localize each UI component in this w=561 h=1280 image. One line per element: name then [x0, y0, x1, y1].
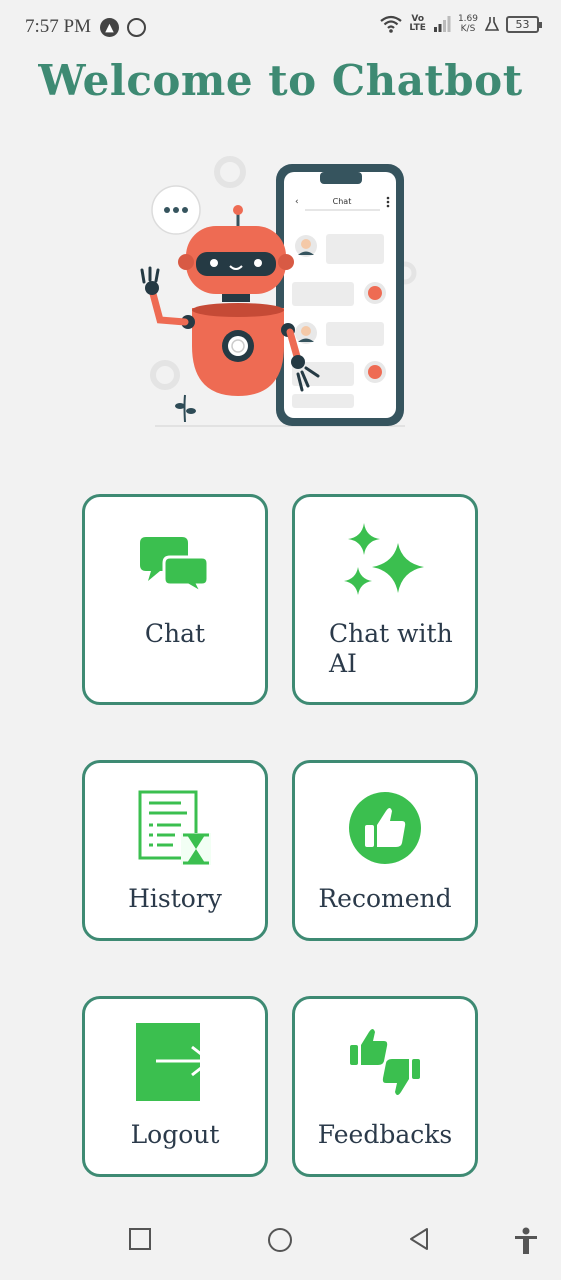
back-icon[interactable]	[407, 1227, 431, 1251]
recommend-label: Recomend	[318, 884, 452, 913]
logout-label: Logout	[130, 1120, 220, 1149]
chatbot-illustration: Chat ‹	[130, 150, 420, 440]
recent-apps-icon[interactable]	[128, 1227, 152, 1251]
status-left-icons: ▲	[100, 18, 146, 37]
app-notification-icon: ▲	[100, 18, 119, 37]
page-title: Welcome to Chatbot	[38, 56, 523, 105]
system-navigation-bar	[0, 1205, 561, 1280]
flask-icon	[485, 17, 499, 31]
chat-label: Chat	[144, 619, 206, 648]
thumbs-up-icon	[349, 792, 421, 864]
status-bar: 7:57 PM ▲ Vo LTE 1.69 K/S 53	[0, 0, 561, 56]
phone-header: Chat	[333, 197, 352, 206]
feedbacks-button[interactable]: Feedbacks	[292, 996, 478, 1177]
whatsapp-icon	[127, 18, 146, 37]
chat-bubbles-icon	[140, 537, 210, 595]
thumbs-up-down-icon	[350, 1029, 420, 1095]
status-time: 7:57 PM	[25, 16, 91, 37]
status-right-icons: Vo LTE 1.69 K/S 53	[380, 14, 542, 34]
accessibility-icon[interactable]	[513, 1227, 539, 1255]
svg-text:‹: ‹	[295, 197, 299, 207]
history-button[interactable]: History	[82, 760, 268, 941]
recommend-button[interactable]: Recomend	[292, 760, 478, 941]
logout-button[interactable]: Logout	[82, 996, 268, 1177]
home-icon[interactable]	[267, 1227, 293, 1253]
logout-icon	[136, 1023, 213, 1101]
volte-indicator: Vo LTE	[409, 14, 426, 33]
battery-indicator: 53	[506, 15, 542, 33]
sparkles-icon	[344, 523, 424, 595]
signal-icon	[433, 16, 451, 32]
chat-with-ai-label: Chat with AI	[329, 619, 453, 678]
history-document-icon	[138, 790, 211, 865]
network-speed: 1.69 K/S	[457, 14, 478, 34]
chat-button[interactable]: Chat	[82, 494, 268, 705]
wifi-icon	[380, 15, 403, 33]
history-label: History	[128, 884, 222, 913]
chat-with-ai-button[interactable]: Chat with AI	[292, 494, 478, 705]
feedbacks-label: Feedbacks	[317, 1120, 453, 1149]
